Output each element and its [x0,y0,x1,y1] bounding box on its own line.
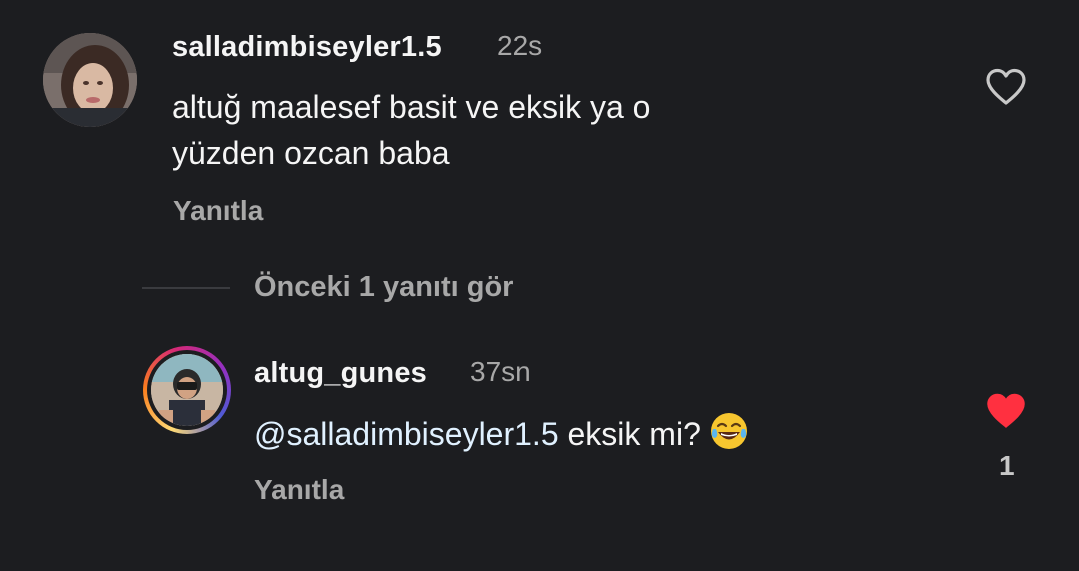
comment-text-line-1: altuğ maalesef basit ve eksik ya o [172,89,651,125]
like-count: 1 [999,450,1015,481]
profile-photo [43,33,137,127]
comment-text-line-2: yüzden ozcan baba [172,135,450,171]
comment-timestamp: 22s [497,30,543,61]
view-previous-replies-button[interactable]: Önceki 1 yanıtı gör [254,271,513,304]
comment-username[interactable]: salladimbiseyler1.5 [172,31,442,64]
mention-link[interactable]: @salladimbiseyler1.5 [254,416,559,452]
comment-timestamp: 37sn [470,356,531,387]
avatar[interactable] [43,33,137,127]
laughing-tears-emoji-icon [709,411,749,461]
comment-username[interactable]: altug_gunes [254,357,427,390]
heart-outline-icon[interactable] [985,68,1027,111]
divider-line [142,287,230,289]
comments-screen: salladimbiseyler1.5 22s altuğ maalesef b… [0,0,1079,571]
reply-button[interactable]: Yanıtla [254,474,344,506]
profile-photo [151,354,223,426]
heart-filled-icon[interactable] [985,392,1027,435]
avatar-story-ring[interactable] [143,346,231,434]
reply-button[interactable]: Yanıtla [173,195,263,227]
comment-text-body: eksik mi? [558,416,701,452]
avatar [151,354,223,426]
comment-text: @salladimbiseyler1.5 eksik mi? [254,411,749,461]
